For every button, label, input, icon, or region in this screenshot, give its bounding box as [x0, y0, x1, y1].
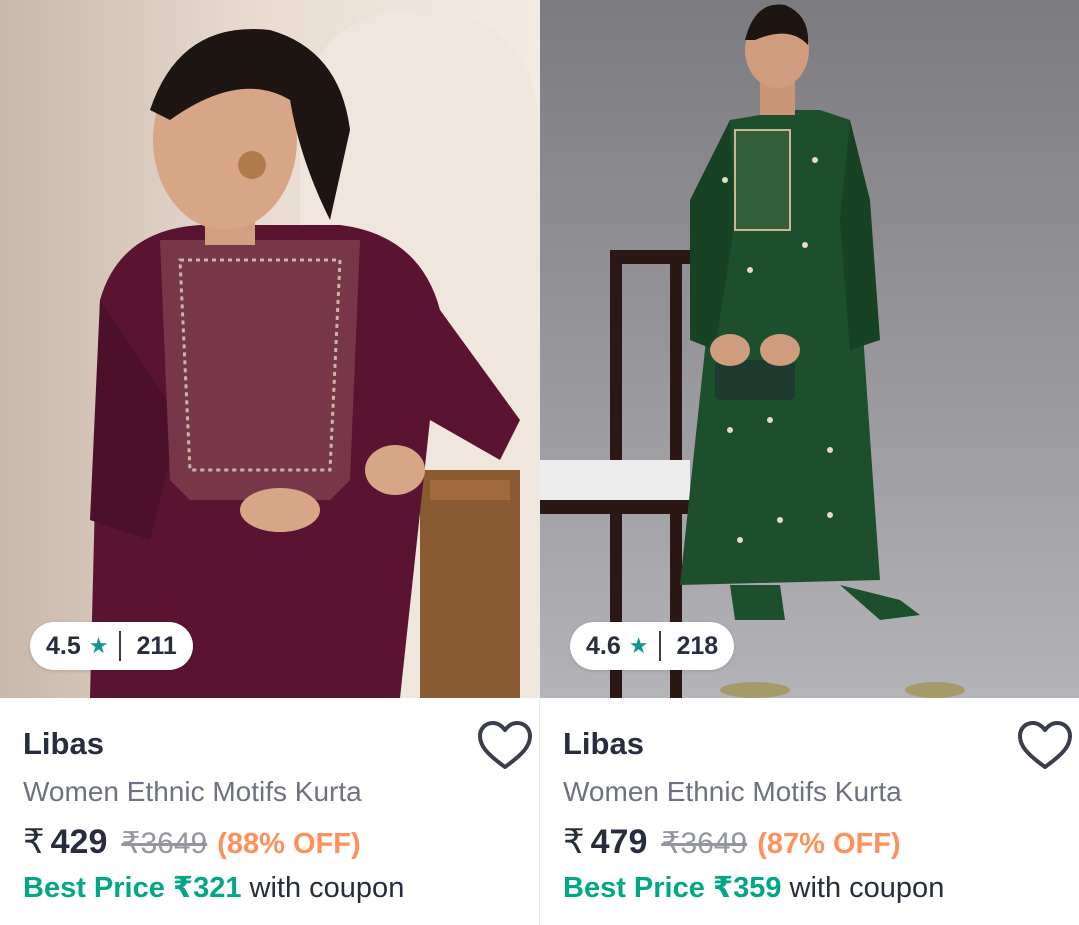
rating-count: 218: [676, 631, 719, 660]
product-image[interactable]: 4.6 ★ 218: [540, 0, 1079, 698]
rating-divider: [658, 631, 661, 661]
product-photo: [540, 0, 1079, 698]
best-price-row: Best Price ₹359 with coupon: [563, 870, 944, 905]
star-icon: ★: [628, 633, 649, 658]
product-card[interactable]: 4.5 ★ 211 Libas Women Ethnic Motifs Kurt…: [0, 0, 539, 925]
rating-value: 4.6: [586, 631, 621, 660]
original-price: ₹3649: [661, 827, 748, 860]
discount-label: (87% OFF): [757, 828, 901, 860]
product-card[interactable]: 4.6 ★ 218 Libas Women Ethnic Motifs Kurt…: [539, 0, 1079, 925]
heart-outline-icon[interactable]: [477, 720, 533, 772]
product-brand: Libas: [563, 726, 644, 761]
price-row: ₹ 479 ₹3649 (87% OFF): [563, 822, 901, 862]
product-brand: Libas: [23, 726, 104, 761]
rating-badge: 4.5 ★ 211: [30, 622, 193, 670]
best-price-row: Best Price ₹321 with coupon: [23, 870, 404, 905]
discount-label: (88% OFF): [217, 828, 361, 860]
selling-price: 429: [50, 823, 108, 861]
rating-count: 211: [136, 631, 177, 660]
original-price: ₹3649: [121, 827, 208, 860]
heart-outline-icon[interactable]: [1017, 720, 1073, 772]
best-price-label: Best Price ₹359: [563, 872, 782, 904]
price-row: ₹ 429 ₹3649 (88% OFF): [23, 822, 361, 862]
product-grid: 4.5 ★ 211 Libas Women Ethnic Motifs Kurt…: [0, 0, 1079, 925]
product-title: Women Ethnic Motifs Kurta: [563, 776, 902, 807]
selling-price: 479: [590, 823, 648, 861]
currency-symbol: ₹: [23, 823, 45, 861]
rating-divider: [118, 631, 121, 661]
currency-symbol: ₹: [563, 823, 585, 861]
rating-badge: 4.6 ★ 218: [570, 622, 735, 670]
best-price-label: Best Price ₹321: [23, 872, 242, 904]
product-photo: [0, 0, 539, 698]
rating-value: 4.5: [46, 631, 81, 660]
star-icon: ★: [88, 633, 109, 658]
product-image[interactable]: 4.5 ★ 211: [0, 0, 539, 698]
best-price-suffix: with coupon: [249, 872, 405, 904]
best-price-suffix: with coupon: [789, 872, 945, 904]
product-title: Women Ethnic Motifs Kurta: [23, 776, 362, 807]
